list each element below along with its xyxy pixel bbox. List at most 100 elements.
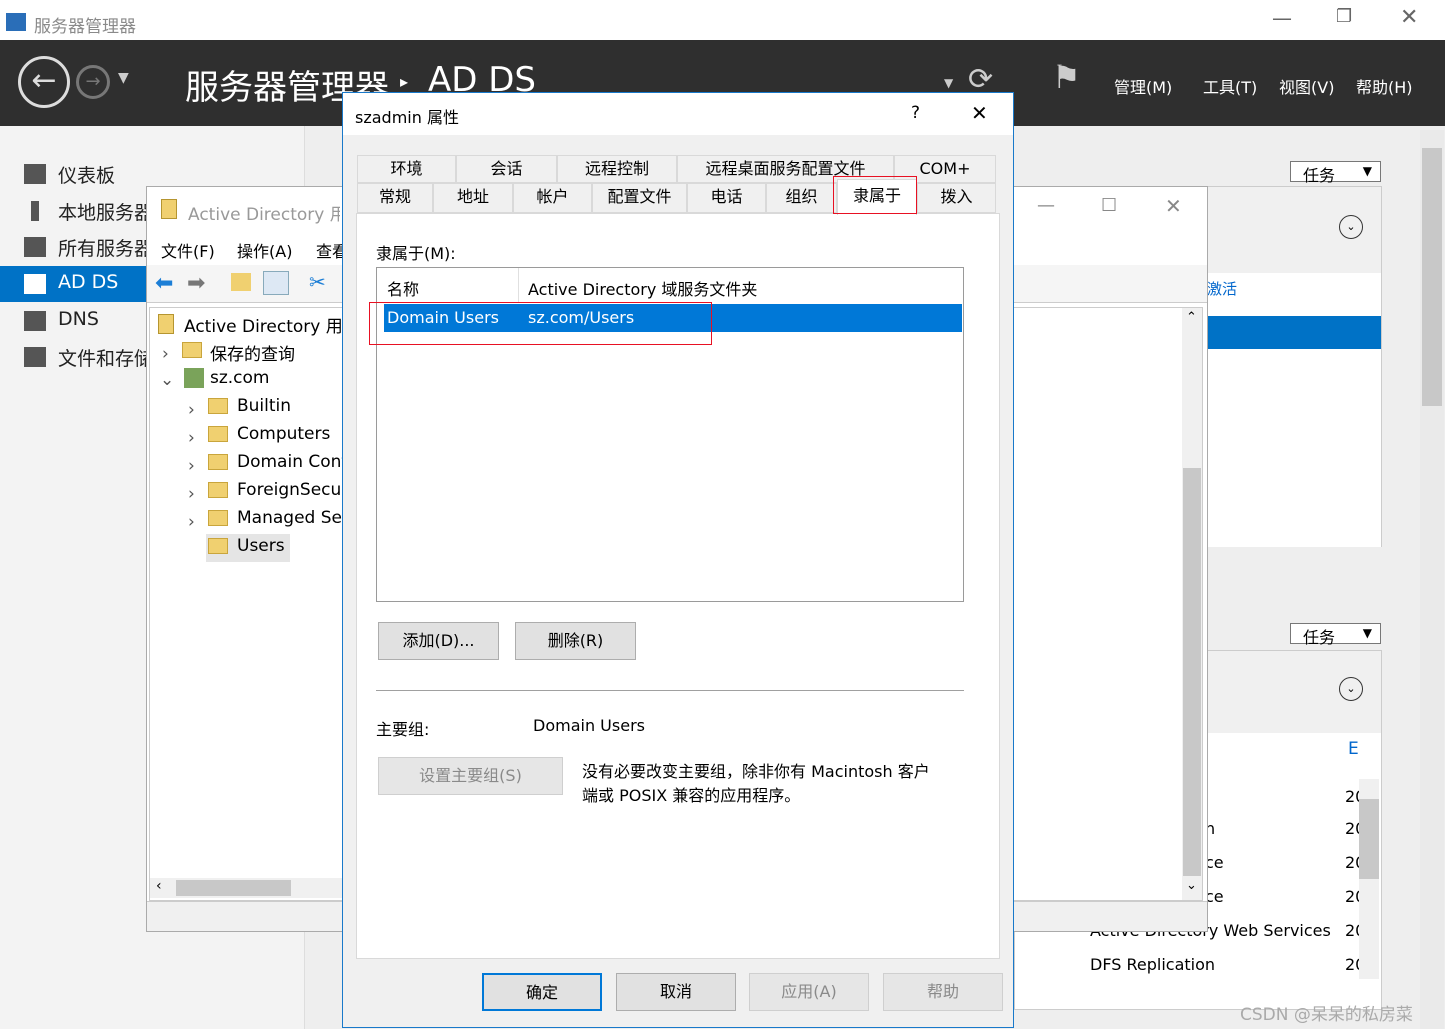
dialog-title-bar: szadmin 属性 ? ✕ xyxy=(343,93,1013,135)
tree-foreign-security[interactable]: ForeignSecurityPrincipals xyxy=(237,480,342,500)
column-header-folder[interactable]: Active Directory 域服务文件夹 xyxy=(528,276,757,300)
tasks-button-2[interactable]: 任务 ▼ xyxy=(1290,623,1381,647)
apply-button[interactable]: 应用(A) xyxy=(749,973,869,1011)
selected-row[interactable] xyxy=(1191,316,1381,349)
member-of-label: 隶属于(M): xyxy=(376,244,456,263)
domain-icon-root xyxy=(158,314,174,334)
file-storage-icon xyxy=(24,347,46,367)
remove-button[interactable]: 删除(R) xyxy=(515,622,636,660)
tab-telephones[interactable]: 电话 xyxy=(687,183,766,213)
menu-manage[interactable]: 管理(M) xyxy=(1114,74,1172,98)
expand-icon[interactable]: › xyxy=(188,400,195,420)
tree-managed-service[interactable]: Managed Service Accounts xyxy=(237,508,342,528)
up-folder-icon[interactable] xyxy=(231,273,251,291)
forward-button[interactable]: → xyxy=(76,65,110,99)
tree-users[interactable]: Users xyxy=(237,536,285,556)
tab-address[interactable]: 地址 xyxy=(433,183,513,213)
column-header-name[interactable]: 名称 xyxy=(387,276,419,300)
main-scrollbar[interactable] xyxy=(1420,130,1444,1029)
dashboard-icon xyxy=(24,164,46,184)
aduc-maximize-button[interactable]: ☐ xyxy=(1101,195,1117,216)
aduc-icon xyxy=(161,199,177,219)
dialog-close-button[interactable]: ✕ xyxy=(971,101,988,125)
window-title: 服务器管理器 xyxy=(34,17,136,37)
back-button[interactable]: ← xyxy=(18,56,70,108)
tab-dial-in[interactable]: 拨入 xyxy=(917,183,996,213)
tab-panel: 隶属于(M): 名称 Active Directory 域服务文件夹 Domai… xyxy=(356,213,1000,959)
tab-environment[interactable]: 环境 xyxy=(357,155,456,183)
aduc-title: Active Directory 用户和计算机 xyxy=(188,205,340,225)
tab-account[interactable]: 帐户 xyxy=(513,183,592,213)
primary-group-value: Domain Users xyxy=(533,716,645,735)
expand-chevron-icon[interactable]: ⌄ xyxy=(1339,677,1363,701)
tab-highlight-box xyxy=(833,176,917,214)
menu-help[interactable]: 帮助(H) xyxy=(1356,74,1413,98)
aduc-menu-action[interactable]: 操作(A) xyxy=(237,238,292,262)
aduc-minimize-button[interactable]: — xyxy=(1037,195,1055,216)
primary-group-label: 主要组: xyxy=(376,720,430,739)
back-arrow-icon[interactable]: ⬅ xyxy=(155,271,173,296)
menu-tools[interactable]: 工具(T) xyxy=(1203,74,1257,98)
tab-general[interactable]: 常规 xyxy=(357,183,433,213)
note-line-1: 没有必要改变主要组，除非你有 Macintosh 客户 xyxy=(582,762,930,781)
tab-remote-control[interactable]: 远程控制 xyxy=(557,155,677,183)
cut-icon[interactable]: ✂ xyxy=(309,270,326,294)
history-dropdown-icon[interactable]: ▼ xyxy=(118,70,129,86)
divider xyxy=(376,690,964,691)
details-pane: ⌃ ⌄ xyxy=(1013,307,1203,901)
ad-ds-icon xyxy=(24,274,46,294)
folder-icon xyxy=(208,482,228,498)
expand-chevron-icon[interactable]: ⌄ xyxy=(1339,215,1363,239)
collapse-icon[interactable]: ⌄ xyxy=(160,370,174,390)
details-vscrollbar[interactable]: ⌃ ⌄ xyxy=(1182,308,1202,900)
breadcrumb-separator: ▸ xyxy=(400,72,409,91)
tasks-button[interactable]: 任务 ▼ xyxy=(1290,161,1381,185)
forward-arrow-icon[interactable]: ➡ xyxy=(187,271,205,296)
cancel-button[interactable]: 取消 xyxy=(616,973,736,1011)
server-manager-icon xyxy=(6,13,26,31)
tree-hscrollbar[interactable]: ‹ xyxy=(150,878,342,898)
set-primary-group-button[interactable]: 设置主要组(S) xyxy=(378,757,563,795)
aduc-close-button[interactable]: ✕ xyxy=(1165,194,1182,218)
scrollbar-thumb[interactable] xyxy=(1422,148,1442,406)
ok-button[interactable]: 确定 xyxy=(482,973,602,1011)
folder-icon xyxy=(182,342,202,358)
restore-button[interactable]: ❐ xyxy=(1336,6,1352,27)
tab-sessions[interactable]: 会话 xyxy=(456,155,557,183)
tree-saved-queries[interactable]: 保存的查询 xyxy=(210,340,295,365)
tab-profile[interactable]: 配置文件 xyxy=(592,183,687,213)
services-scrollbar[interactable] xyxy=(1359,779,1379,979)
close-button[interactable]: ✕ xyxy=(1400,5,1418,30)
tree-domain-controllers[interactable]: Domain Controllers xyxy=(237,452,342,472)
add-button[interactable]: 添加(D)... xyxy=(378,622,499,660)
tree-root[interactable]: Active Directory 用户和计算机 xyxy=(184,312,342,337)
folder-icon xyxy=(208,454,228,470)
console-tree: Active Directory 用户和计算机 › 保存的查询 ⌄ sz.com… xyxy=(149,307,343,901)
tab-organization[interactable]: 组织 xyxy=(766,183,837,213)
minimize-button[interactable]: — xyxy=(1272,6,1292,30)
dropdown-icon: ▼ xyxy=(1362,164,1372,178)
aduc-menu-file[interactable]: 文件(F) xyxy=(161,238,215,262)
menu-view[interactable]: 视图(V) xyxy=(1279,74,1334,98)
properties-dialog: szadmin 属性 ? ✕ 环境 会话 远程控制 远程桌面服务配置文件 COM… xyxy=(342,92,1014,1028)
dns-icon xyxy=(24,311,46,331)
expand-icon[interactable]: › xyxy=(188,456,195,476)
folder-icon xyxy=(208,538,228,554)
refresh-dropdown-icon[interactable]: ▼ xyxy=(944,76,953,90)
tree-computers[interactable]: Computers xyxy=(237,424,330,444)
expand-icon[interactable]: › xyxy=(188,512,195,532)
expand-icon[interactable]: › xyxy=(162,344,169,364)
note-line-2: 端或 POSIX 兼容的应用程序。 xyxy=(582,786,801,805)
dropdown-icon: ▼ xyxy=(1362,626,1372,640)
expand-icon[interactable]: › xyxy=(188,484,195,504)
watermark: CSDN @呆呆的私房菜 xyxy=(1240,1005,1413,1025)
tree-builtin[interactable]: Builtin xyxy=(237,396,291,416)
folder-icon xyxy=(208,510,228,526)
help-button[interactable]: 帮助 xyxy=(883,973,1003,1011)
dialog-help-button[interactable]: ? xyxy=(911,103,920,123)
flag-icon[interactable]: ⚑ xyxy=(1052,58,1081,96)
console-tree-icon[interactable] xyxy=(263,271,289,295)
tab-partial[interactable]: 激活 xyxy=(1207,278,1237,299)
expand-icon[interactable]: › xyxy=(188,428,195,448)
tree-domain[interactable]: sz.com xyxy=(210,368,270,388)
